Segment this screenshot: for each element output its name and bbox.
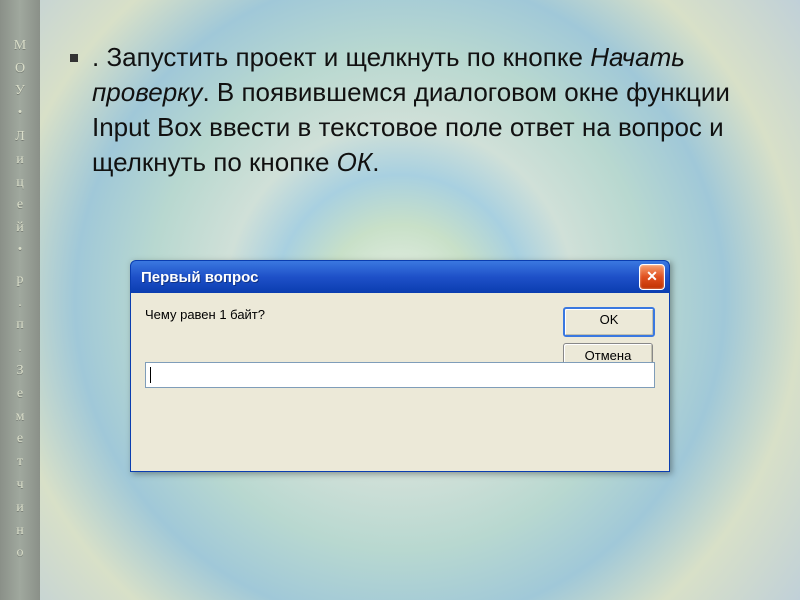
sidebar-char: М: [14, 38, 26, 55]
sidebar-char: н: [16, 523, 24, 540]
sidebar-char: .: [18, 340, 22, 357]
sidebar-char: т: [17, 454, 23, 471]
sidebar-char: ч: [16, 477, 23, 494]
text-fragment: .: [92, 42, 106, 72]
inputbox-dialog: Первый вопрос ✕ Чему равен 1 байт? OK От…: [130, 260, 670, 472]
sidebar-char: м: [16, 409, 25, 426]
sidebar-char: и: [16, 152, 24, 169]
sidebar-char: е: [17, 431, 23, 448]
ok-button[interactable]: OK: [563, 307, 655, 337]
slide-root: М О У ・ Л и ц е й ・ р . п . З е м е т ч …: [0, 0, 800, 600]
sidebar-char: о: [17, 545, 24, 562]
dialog-title: Первый вопрос: [141, 269, 258, 286]
sidebar-char: З: [16, 363, 23, 380]
sidebar-char: п: [16, 317, 24, 334]
sidebar-char: .: [18, 295, 22, 312]
sidebar-char: У: [15, 83, 25, 100]
sidebar-char: ・: [13, 106, 27, 123]
slide-content: . Запустить проект и щелкнуть по кнопке …: [70, 40, 750, 180]
sidebar-char: е: [17, 197, 23, 214]
bullet-item: . Запустить проект и щелкнуть по кнопке …: [70, 40, 750, 180]
sidebar-char: О: [15, 61, 25, 78]
dialog-titlebar[interactable]: Первый вопрос ✕: [130, 260, 670, 293]
text-fragment: .: [372, 147, 379, 177]
sidebar-char: е: [17, 386, 23, 403]
text-fragment: Запустить проект и щелкнуть по кнопке: [106, 42, 590, 72]
sidebar-char: и: [16, 500, 24, 517]
text-caret-icon: [150, 367, 151, 383]
sidebar-char: Л: [15, 129, 25, 146]
dialog-body: Чему равен 1 байт? OK Отмена: [130, 293, 670, 472]
bullet-marker-icon: [70, 54, 78, 62]
text-fragment-italic: ОК: [337, 147, 373, 177]
sidebar-vertical-label: М О У ・ Л и ц е й ・ р . п . З е м е т ч …: [0, 0, 40, 600]
answer-input[interactable]: [145, 362, 655, 388]
close-button[interactable]: ✕: [639, 264, 665, 290]
close-icon: ✕: [646, 268, 658, 284]
sidebar-char: ・: [13, 243, 27, 260]
bullet-text: . Запустить проект и щелкнуть по кнопке …: [92, 40, 750, 180]
sidebar-char: р: [17, 272, 24, 289]
sidebar-char: й: [16, 220, 24, 237]
sidebar-char: ц: [16, 175, 24, 192]
